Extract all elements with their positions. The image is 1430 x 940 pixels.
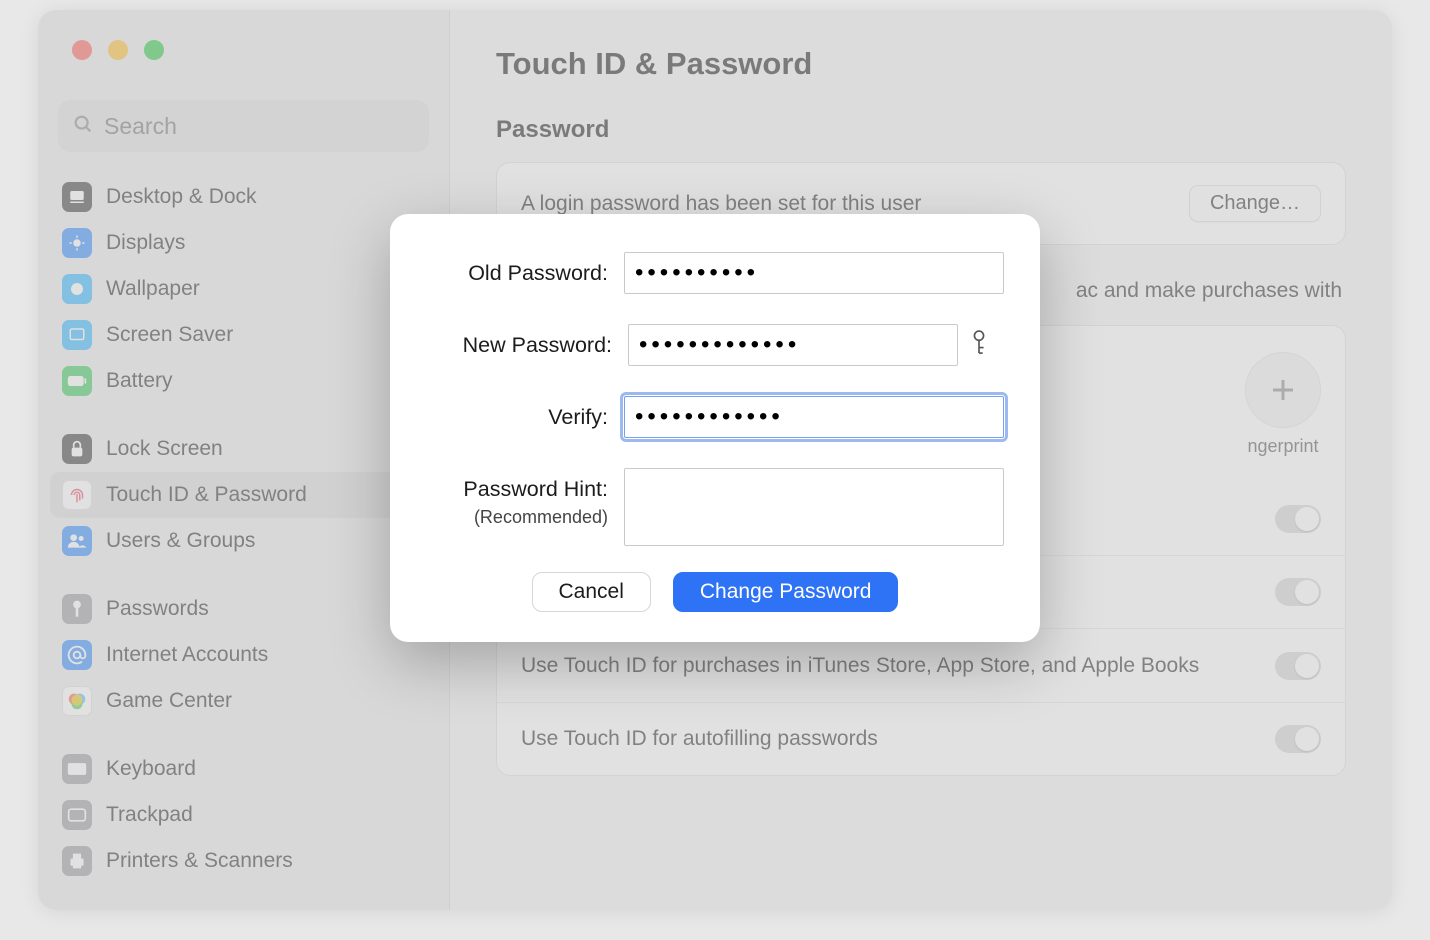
verify-password-field[interactable] [624, 396, 1004, 438]
key-icon[interactable] [968, 329, 990, 362]
new-password-label: New Password: [426, 324, 612, 359]
verify-password-label: Verify: [426, 396, 608, 431]
new-password-field[interactable] [628, 324, 958, 366]
confirm-change-password-button[interactable]: Change Password [673, 572, 899, 612]
old-password-label: Old Password: [426, 252, 608, 287]
old-password-field[interactable] [624, 252, 1004, 294]
password-hint-label: Password Hint: (Recommended) [426, 468, 608, 530]
settings-window: Desktop & DockDisplaysWallpaperScreen Sa… [38, 10, 1392, 910]
cancel-button[interactable]: Cancel [532, 572, 651, 612]
password-hint-field[interactable] [624, 468, 1004, 546]
change-password-dialog: Old Password: New Password: [390, 214, 1040, 642]
